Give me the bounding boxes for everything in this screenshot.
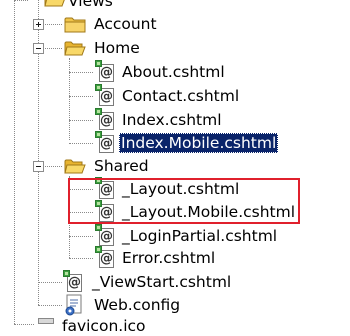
razor-file-icon: @ — [94, 246, 118, 270]
file-label-error[interactable]: Error.cshtml — [120, 248, 217, 268]
razor-file-icon: @ — [94, 224, 118, 248]
folder-label-views[interactable]: Views — [66, 0, 115, 11]
file-icon — [38, 318, 54, 324]
tree-connector — [14, 324, 34, 325]
annotation-highlight-box — [68, 178, 300, 224]
file-label-index[interactable]: Index.cshtml — [120, 110, 224, 130]
tree-guide-line — [69, 58, 70, 140]
tree-guide-line — [14, 0, 15, 324]
folder-label-shared[interactable]: Shared — [92, 156, 151, 176]
folder-label-account[interactable]: Account — [92, 14, 159, 34]
folder-open-icon — [44, 0, 65, 7]
file-label-index-mobile[interactable]: Index.Mobile.cshtml — [119, 133, 279, 153]
folder-icon — [64, 17, 86, 33]
file-label-viewstart[interactable]: _ViewStart.cshtml — [90, 272, 233, 292]
folder-open-icon — [64, 41, 86, 56]
file-label-loginpartial[interactable]: _LoginPartial.cshtml — [120, 226, 279, 246]
razor-file-icon: @ — [94, 108, 118, 132]
tree-connector — [69, 143, 93, 144]
tree-connector — [69, 120, 93, 121]
collapse-shared-toggle[interactable] — [33, 161, 44, 172]
razor-file-icon: @ — [94, 60, 118, 84]
tree-connector — [38, 282, 62, 283]
razor-file-icon: @ — [94, 131, 118, 155]
expand-account-toggle[interactable] — [33, 19, 44, 30]
tree-connector — [69, 236, 93, 237]
tree-connector — [69, 258, 93, 259]
config-file-icon — [65, 294, 82, 316]
collapse-home-toggle[interactable] — [33, 43, 44, 54]
file-label-contact[interactable]: Contact.cshtml — [120, 86, 241, 106]
razor-file-icon: @ — [94, 84, 118, 108]
razor-file-icon: @ — [62, 270, 86, 294]
tree-connector — [14, 0, 28, 1]
tree-connector — [38, 305, 62, 306]
file-label-favicon[interactable]: favicon.ico — [60, 316, 148, 336]
file-label-about[interactable]: About.cshtml — [120, 62, 227, 82]
solution-explorer-tree: Views Account Home @ About.cshtml @ Cont… — [0, 0, 350, 335]
file-label-webconfig[interactable]: Web.config — [92, 295, 182, 315]
folder-label-home[interactable]: Home — [92, 38, 142, 58]
tree-connector — [69, 96, 93, 97]
tree-connector — [69, 72, 93, 73]
folder-open-icon — [64, 159, 86, 174]
